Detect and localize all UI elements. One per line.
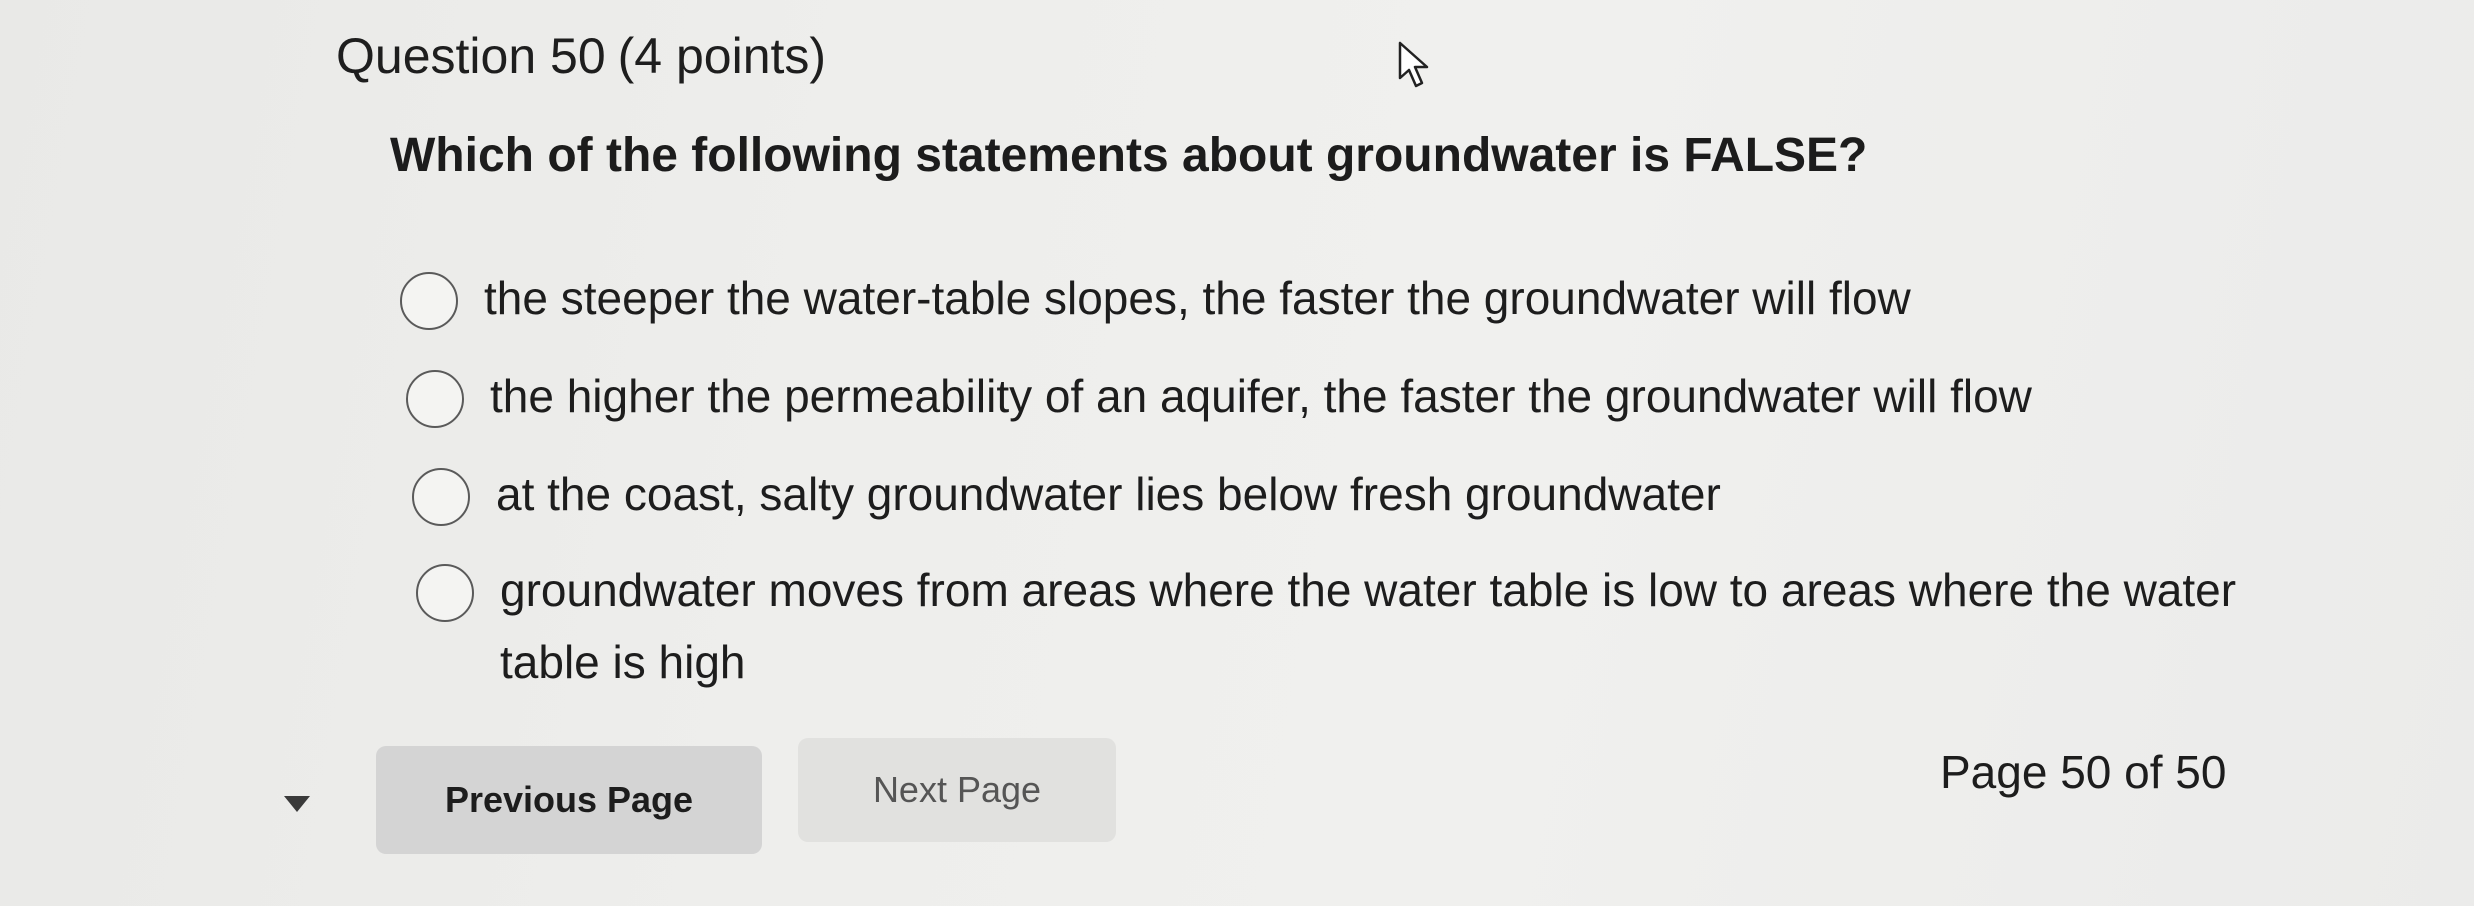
option-label: groundwater moves from areas where the w… (500, 564, 2237, 688)
answer-option[interactable]: at the coast, salty groundwater lies bel… (412, 468, 1721, 530)
answer-option[interactable]: groundwater moves from areas where the w… (416, 564, 2280, 698)
option-label: the higher the permeability of an aquife… (490, 370, 2032, 422)
radio-button[interactable] (416, 564, 474, 622)
page-indicator: Page 50 of 50 (1940, 746, 2227, 798)
question-title: Question 50 (336, 28, 606, 84)
question-points: (4 points) (617, 28, 827, 84)
question-prompt: Which of the following statements about … (390, 129, 1868, 182)
answer-option[interactable]: the steeper the water-table slopes, the … (400, 272, 1911, 334)
radio-button[interactable] (412, 468, 470, 526)
answer-option[interactable]: the higher the permeability of an aquife… (406, 370, 2032, 432)
caret-down-icon[interactable] (284, 796, 310, 812)
radio-button[interactable] (400, 272, 458, 330)
mouse-pointer-icon (1398, 41, 1429, 88)
question-header: Question 50 (4 points) (336, 26, 826, 86)
next-page-button[interactable]: Next Page (798, 738, 1116, 842)
option-label: the steeper the water-table slopes, the … (484, 272, 1911, 324)
radio-button[interactable] (406, 370, 464, 428)
option-label: at the coast, salty groundwater lies bel… (496, 468, 1721, 520)
previous-page-button[interactable]: Previous Page (376, 746, 762, 854)
